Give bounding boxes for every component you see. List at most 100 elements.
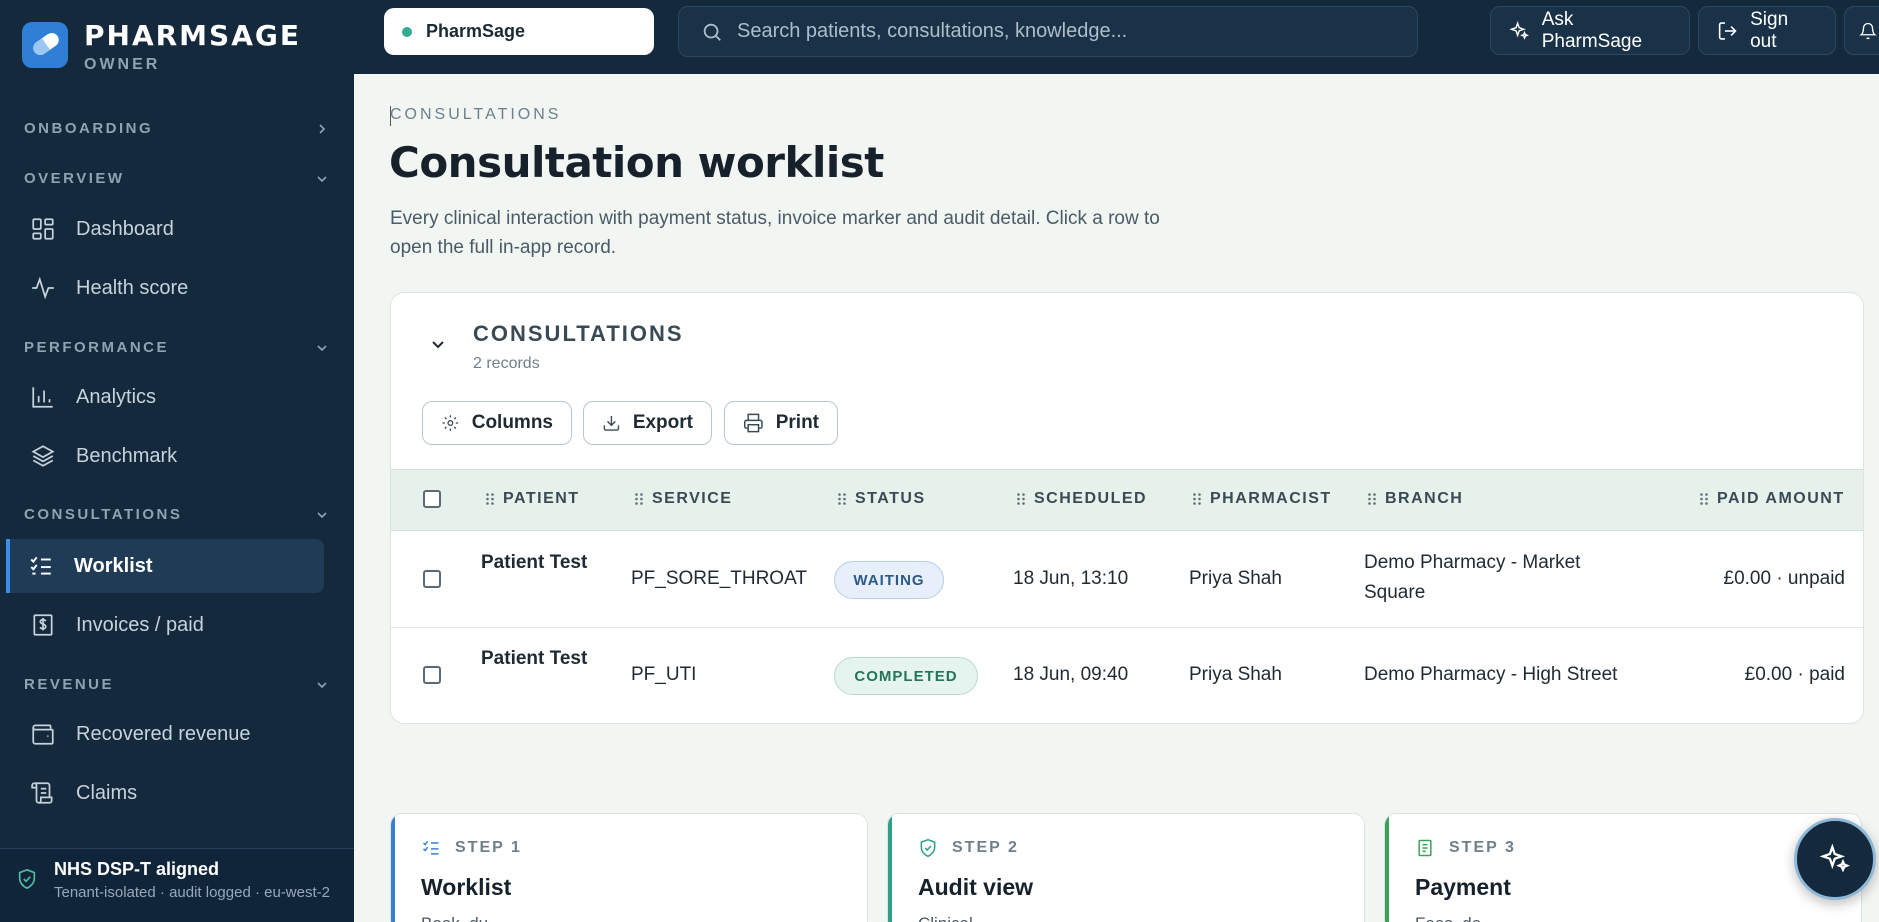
status-badge: COMPLETED <box>834 657 978 695</box>
nav-section-performance[interactable]: PERFORMANCE <box>24 339 328 356</box>
card-title: CONSULTATIONS <box>473 321 684 346</box>
log-out-icon <box>1718 21 1737 40</box>
sidebar-item-analytics[interactable]: Analytics <box>8 370 326 424</box>
cell-branch: Demo Pharmacy - Market Square <box>1364 552 1581 603</box>
row-checkbox[interactable] <box>423 666 441 684</box>
export-button[interactable]: Export <box>583 401 712 445</box>
consultations-card: CONSULTATIONS 2 records Columns Export P… <box>390 292 1864 724</box>
page-description: Every clinical interaction with payment … <box>390 208 1160 258</box>
step-card-audit-view[interactable]: STEP 2 Audit view Clinical... <box>887 813 1365 922</box>
global-search[interactable] <box>678 6 1418 57</box>
brand[interactable]: PHARMSAGE OWNER <box>22 22 301 74</box>
column-header-patient[interactable]: PATIENT <box>485 490 580 508</box>
sidebar: PHARMSAGE OWNER ONBOARDING OVERVIEW Dash… <box>0 0 354 922</box>
wallet-icon <box>32 724 54 745</box>
row-checkbox[interactable] <box>423 570 441 588</box>
record-count: 2 records <box>473 355 540 372</box>
drag-handle-icon[interactable] <box>1367 492 1377 506</box>
print-button[interactable]: Print <box>724 401 838 445</box>
search-input[interactable] <box>737 20 1377 43</box>
step-description: Book, du.. <box>421 914 841 922</box>
page-eyebrow: CONSULTATIONS <box>390 106 562 123</box>
step-label: STEP 2 <box>952 839 1019 856</box>
brand-role: OWNER <box>84 56 161 73</box>
page-title: Consultation worklist <box>389 138 884 187</box>
step-description: Fees, de... <box>1415 914 1835 922</box>
notifications-button[interactable] <box>1844 6 1879 55</box>
drag-handle-icon[interactable] <box>485 492 495 506</box>
status-badge: WAITING <box>834 561 944 599</box>
cell-service: PF_SORE_THROAT <box>631 568 807 589</box>
tenant-switcher[interactable]: PharmSage <box>384 8 654 55</box>
drag-handle-icon[interactable] <box>837 492 847 506</box>
sidebar-item-benchmark[interactable]: Benchmark <box>8 429 326 483</box>
cell-patient: Patient Test <box>481 552 588 573</box>
column-header-status[interactable]: STATUS <box>837 490 926 508</box>
sidebar-item-health-score[interactable]: Health score <box>8 261 326 315</box>
cell-service: PF_UTI <box>631 664 697 685</box>
chevron-down-icon <box>317 681 327 688</box>
list-checks-icon <box>30 556 51 575</box>
shield-check-icon <box>920 838 936 858</box>
column-header-pharmacist[interactable]: PHARMACIST <box>1192 490 1332 508</box>
bar-chart-icon <box>32 387 53 408</box>
drag-handle-icon[interactable] <box>634 492 644 506</box>
step-description: Clinical... <box>918 914 1338 922</box>
cell-scheduled: 18 Jun, 09:40 <box>1013 664 1129 685</box>
column-header-service[interactable]: SERVICE <box>634 490 732 508</box>
sidebar-item-recovered-revenue[interactable]: Recovered revenue <box>8 707 326 761</box>
cell-pharmacist: Priya Shah <box>1189 664 1282 685</box>
step-label: STEP 3 <box>1449 839 1516 856</box>
compliance-footer: NHS DSP-T aligned Tenant-isolated · audi… <box>0 848 354 922</box>
sidebar-item-invoices[interactable]: Invoices / paid <box>8 598 326 652</box>
sign-out-button[interactable]: Sign out <box>1698 6 1836 55</box>
step-title: Audit view <box>918 874 1034 900</box>
brand-name: PHARMSAGE <box>84 19 301 52</box>
step-card-worklist[interactable]: STEP 1 Worklist Book, du.. <box>390 813 868 922</box>
step-accent-bar <box>391 814 395 922</box>
chevron-down-icon[interactable] <box>431 337 445 351</box>
sparkles-icon <box>1509 20 1529 40</box>
table-row[interactable]: Patient Test PF_SORE_THROAT WAITING 18 J… <box>391 532 1863 628</box>
step-title: Payment <box>1415 874 1511 900</box>
assistant-fab-button[interactable] <box>1794 818 1876 900</box>
drag-handle-icon[interactable] <box>1016 492 1026 506</box>
nav-section-overview[interactable]: OVERVIEW <box>24 170 328 187</box>
column-header-paid-amount[interactable]: PAID AMOUNT <box>1699 490 1845 508</box>
sidebar-item-dashboard[interactable]: Dashboard <box>8 202 326 256</box>
step-accent-bar <box>1385 814 1389 922</box>
columns-button[interactable]: Columns <box>422 401 572 445</box>
cell-paid-amount: £0.00 · paid <box>1744 664 1845 685</box>
column-header-scheduled[interactable]: SCHEDULED <box>1016 490 1147 508</box>
receipt-dollar-icon <box>33 614 53 636</box>
sidebar-item-claims[interactable]: Claims <box>8 766 326 820</box>
cell-branch: Demo Pharmacy - High Street <box>1364 664 1618 685</box>
layers-icon <box>31 445 55 467</box>
select-all-checkbox[interactable] <box>423 490 441 508</box>
sidebar-item-worklist[interactable]: Worklist <box>6 539 324 593</box>
nav-section-consultations[interactable]: CONSULTATIONS <box>24 506 328 523</box>
activity-icon <box>32 276 54 300</box>
drag-handle-icon[interactable] <box>1699 492 1709 506</box>
table-header: PATIENT SERVICE STATUS SCHEDULED PHARMAC… <box>391 469 1863 531</box>
gear-icon <box>442 415 459 431</box>
column-header-branch[interactable]: BRANCH <box>1367 490 1463 508</box>
cell-scheduled: 18 Jun, 13:10 <box>1013 568 1129 589</box>
sparkles-icon <box>1819 843 1850 873</box>
cell-pharmacist: Priya Shah <box>1189 568 1282 589</box>
ask-pharmsage-button[interactable]: Ask PharmSage <box>1490 6 1690 55</box>
document-icon <box>1418 839 1432 857</box>
drag-handle-icon[interactable] <box>1192 492 1202 506</box>
step-title: Worklist <box>421 874 512 900</box>
topbar: PharmSage Ask PharmSage Sign out <box>354 0 1879 74</box>
nav-section-revenue[interactable]: REVENUE <box>24 676 328 693</box>
step-card-payment[interactable]: STEP 3 Payment Fees, de... <box>1384 813 1862 922</box>
download-icon <box>603 415 620 431</box>
dashboard-grid-icon <box>32 218 54 240</box>
status-dot-icon <box>402 26 412 37</box>
shield-check-icon <box>18 868 36 890</box>
compliance-subtitle: Tenant-isolated · audit logged · eu-west… <box>54 884 330 901</box>
bell-icon <box>1859 22 1877 39</box>
table-row[interactable]: Patient Test PF_UTI COMPLETED 18 Jun, 09… <box>391 628 1863 723</box>
nav-section-onboarding[interactable]: ONBOARDING <box>24 120 328 137</box>
